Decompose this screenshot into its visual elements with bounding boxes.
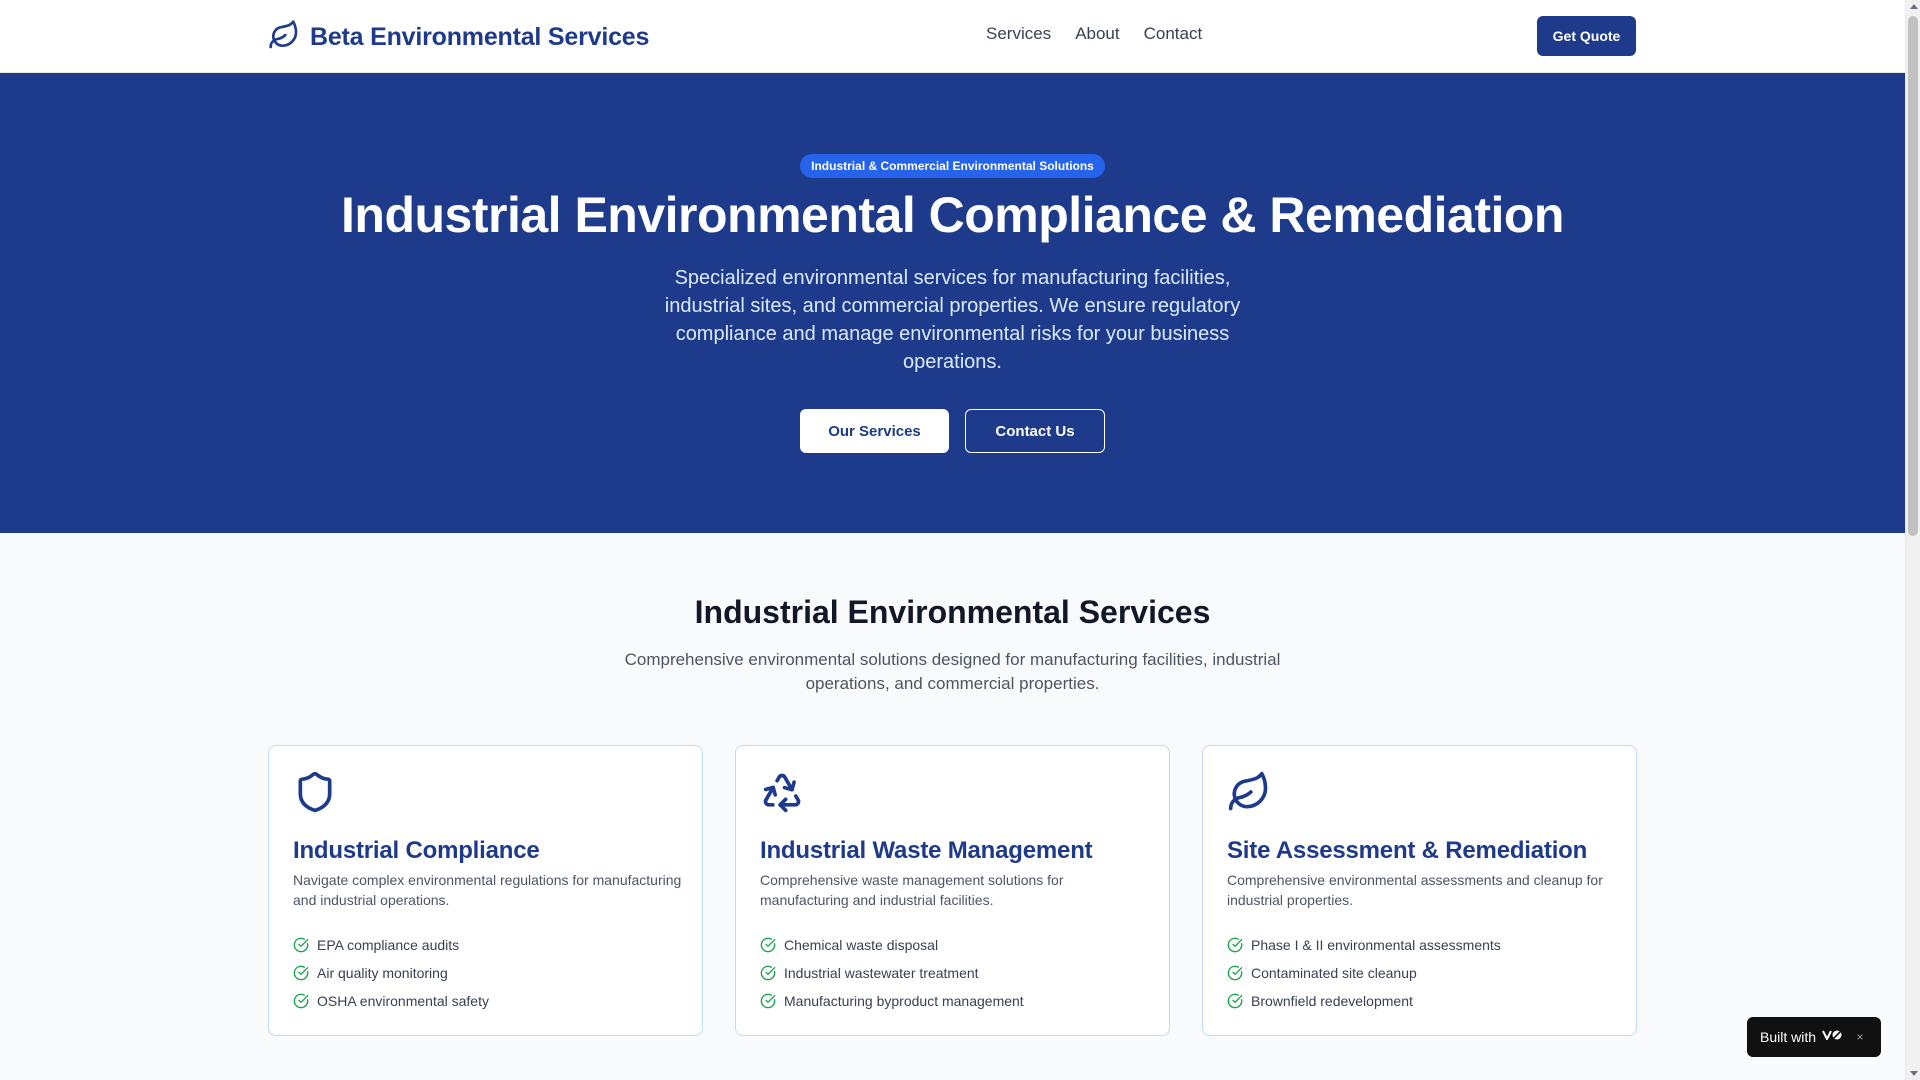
contact-us-button[interactable]: Contact Us (965, 409, 1105, 453)
check-circle-icon (1227, 937, 1243, 953)
card-description: Comprehensive waste management solutions… (760, 872, 1064, 908)
shield-icon (293, 770, 337, 814)
card-title: Site Assessment & Remediation (1227, 837, 1588, 864)
card-title: Industrial Waste Management (760, 837, 1093, 864)
list-item: Brownfield redevelopment (1227, 987, 1501, 1015)
check-circle-icon (760, 965, 776, 981)
recycle-icon (760, 770, 804, 814)
service-card-waste: Industrial Waste Management Comprehensiv… (735, 745, 1170, 1036)
services-section: Industrial Environmental Services Compre… (0, 533, 1905, 1080)
nav-link-contact[interactable]: Contact (1144, 24, 1203, 44)
list-item-label: Contaminated site cleanup (1251, 965, 1417, 981)
card-feature-list: EPA compliance audits Air quality monito… (293, 931, 489, 1015)
list-item: Phase I & II environmental assessments (1227, 931, 1501, 959)
services-subtitle: Comprehensive environmental solutions de… (624, 650, 1281, 693)
list-item: EPA compliance audits (293, 931, 489, 959)
card-feature-list: Phase I & II environmental assessments C… (1227, 931, 1501, 1015)
built-with-label: Built with (1760, 1029, 1817, 1045)
check-circle-icon (293, 937, 309, 953)
hero-section: Industrial & Commercial Environmental So… (0, 73, 1905, 533)
list-item-label: Chemical waste disposal (784, 937, 939, 953)
list-item-label: Manufacturing byproduct management (784, 993, 1024, 1009)
close-icon[interactable]: × (1854, 1030, 1866, 1044)
services-title: Industrial Environmental Services (694, 594, 1211, 630)
list-item-label: OSHA environmental safety (317, 993, 489, 1009)
card-feature-list: Chemical waste disposal Industrial waste… (760, 931, 1024, 1015)
card-description: Comprehensive environmental assessments … (1227, 872, 1603, 908)
list-item: OSHA environmental safety (293, 987, 489, 1015)
check-circle-icon (293, 993, 309, 1009)
built-with-badge[interactable]: Built with × (1747, 1017, 1881, 1057)
list-item-label: Industrial wastewater treatment (784, 965, 979, 981)
check-circle-icon (293, 965, 309, 981)
nav-link-about[interactable]: About (1075, 24, 1119, 44)
scrollbar-thumb[interactable] (1908, 16, 1918, 536)
list-item-label: Phase I & II environmental assessments (1251, 937, 1501, 953)
list-item: Chemical waste disposal (760, 931, 1024, 959)
hero-badge: Industrial & Commercial Environmental So… (800, 154, 1105, 178)
leaf-icon (1227, 770, 1271, 814)
builder-logo-icon (1822, 1028, 1844, 1046)
brand-name: Beta Environmental Services (310, 23, 650, 51)
hero-subtitle: Specialized environmental services for m… (664, 267, 1241, 373)
scroll-up-arrow-icon[interactable] (1910, 4, 1918, 9)
service-card-remediation: Site Assessment & Remediation Comprehens… (1202, 745, 1637, 1036)
scroll-down-arrow-icon[interactable] (1910, 1071, 1918, 1076)
list-item-label: Brownfield redevelopment (1251, 993, 1413, 1009)
page-scrollbar[interactable] (1905, 0, 1920, 1080)
get-quote-button[interactable]: Get Quote (1537, 16, 1636, 56)
navbar: Beta Environmental Services Services Abo… (0, 0, 1905, 73)
leaf-icon (268, 19, 300, 56)
check-circle-icon (760, 993, 776, 1009)
list-item-label: EPA compliance audits (317, 937, 460, 953)
our-services-button[interactable]: Our Services (800, 409, 949, 453)
card-title: Industrial Compliance (293, 837, 540, 864)
card-description: Navigate complex environmental regulatio… (293, 872, 682, 908)
list-item: Manufacturing byproduct management (760, 987, 1024, 1015)
list-item: Industrial wastewater treatment (760, 959, 1024, 987)
service-card-compliance: Industrial Compliance Navigate complex e… (268, 745, 703, 1036)
list-item: Air quality monitoring (293, 959, 489, 987)
nav-link-services[interactable]: Services (986, 24, 1051, 44)
hero-title: Industrial Environmental Compliance & Re… (341, 187, 1564, 243)
check-circle-icon (760, 937, 776, 953)
check-circle-icon (1227, 993, 1243, 1009)
brand-link[interactable]: Beta Environmental Services (268, 19, 649, 56)
main-nav: Services About Contact (986, 24, 1202, 44)
list-item-label: Air quality monitoring (317, 965, 448, 981)
check-circle-icon (1227, 965, 1243, 981)
list-item: Contaminated site cleanup (1227, 959, 1501, 987)
